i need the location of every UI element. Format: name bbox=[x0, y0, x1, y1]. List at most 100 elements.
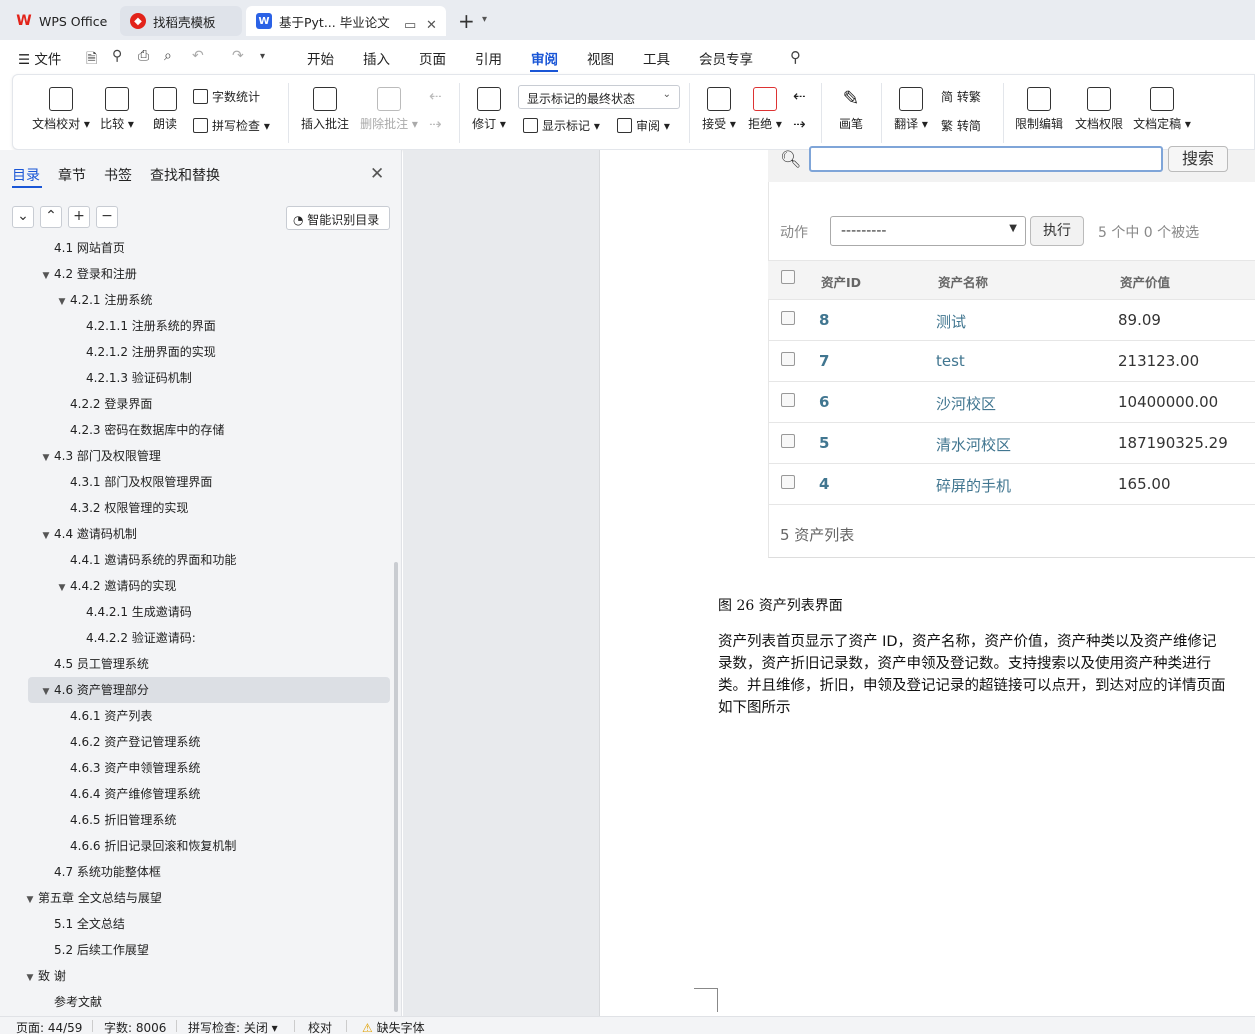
toc-item[interactable]: 4.7 系统功能整体框 bbox=[0, 859, 392, 885]
missing-font-button[interactable]: ⚠ 缺失字体 bbox=[362, 1019, 425, 1034]
scrollbar[interactable] bbox=[394, 562, 398, 1012]
toc-item[interactable]: 4.4.2.1 生成邀请码 bbox=[0, 599, 392, 625]
toc-item[interactable]: ▼ 第五章 全文总结与展望 bbox=[0, 885, 392, 911]
redo-icon[interactable]: ↷ bbox=[232, 48, 244, 64]
show-markup-button[interactable]: 显示标记 ▾ bbox=[523, 117, 600, 134]
toc-item[interactable]: ▼ 4.6 资产管理部分 bbox=[28, 677, 390, 703]
toc-item[interactable]: 4.6.1 资产列表 bbox=[0, 703, 392, 729]
toc-item[interactable]: 4.2.2 登录界面 bbox=[0, 391, 392, 417]
tab-template[interactable]: ◆ 找稻壳模板 bbox=[120, 6, 242, 36]
prev-change-icon[interactable]: ⇠ bbox=[793, 87, 806, 105]
track-changes-button[interactable]: 修订 ▾ bbox=[469, 87, 509, 132]
menu-member[interactable]: 会员专享 bbox=[699, 48, 753, 68]
chevron-down-icon[interactable]: ▾ bbox=[260, 51, 265, 62]
next-change-icon[interactable]: ⇢ bbox=[793, 115, 806, 133]
expand-arrow-icon[interactable]: ▼ bbox=[38, 445, 54, 471]
toc-item[interactable]: ▼ 4.4.2 邀请码的实现 bbox=[0, 573, 392, 599]
to-traditional-button[interactable]: 简 转繁 bbox=[941, 88, 981, 105]
toc-item[interactable]: 4.6.3 资产申领管理系统 bbox=[0, 755, 392, 781]
toc-item[interactable]: 4.3.1 部门及权限管理界面 bbox=[0, 469, 392, 495]
close-tab-icon[interactable]: ✕ bbox=[426, 18, 437, 33]
add-heading-button[interactable]: + bbox=[68, 206, 90, 228]
toc-item[interactable]: ▼ 4.3 部门及权限管理 bbox=[0, 443, 392, 469]
toc-item[interactable]: 4.6.6 折旧记录回滚和恢复机制 bbox=[0, 833, 392, 859]
expand-arrow-icon[interactable]: ▼ bbox=[38, 263, 54, 289]
toc-item[interactable]: 4.2.3 密码在数据库中的存储 bbox=[0, 417, 392, 443]
toc-item[interactable]: 4.2.1.2 注册界面的实现 bbox=[0, 339, 392, 365]
print-preview-icon[interactable]: ⌕ bbox=[164, 48, 172, 64]
save-icon[interactable]: 🗎 bbox=[86, 48, 97, 72]
toc-item[interactable]: 4.1 网站首页 bbox=[0, 238, 392, 261]
toc-item[interactable]: 参考文献 bbox=[0, 989, 392, 1015]
delete-comment-button[interactable]: 删除批注 ▾ bbox=[359, 87, 419, 132]
word-count-button[interactable]: 字数统计 bbox=[193, 88, 260, 105]
expand-arrow-icon[interactable]: ▼ bbox=[38, 523, 54, 549]
insert-comment-button[interactable]: 插入批注 bbox=[299, 87, 351, 132]
page-indicator[interactable]: 页面: 44/59 bbox=[16, 1019, 82, 1034]
expand-arrow-icon[interactable]: ▼ bbox=[54, 289, 70, 315]
link-icon[interactable]: ⚲ bbox=[112, 48, 122, 64]
menu-tools[interactable]: 工具 bbox=[643, 48, 670, 68]
menu-insert[interactable]: 插入 bbox=[363, 48, 390, 68]
smart-toc-button[interactable]: ◔ 智能识别目录 bbox=[286, 206, 390, 230]
spell-check-status[interactable]: 拼写检查: 关闭 ▾ bbox=[188, 1019, 278, 1034]
to-simplified-button[interactable]: 繁 转简 bbox=[941, 117, 981, 134]
menu-view[interactable]: 视图 bbox=[587, 48, 614, 68]
expand-arrow-icon[interactable]: ▼ bbox=[54, 575, 70, 601]
tab-bookmarks[interactable]: 书签 bbox=[104, 165, 132, 185]
toc-item[interactable]: ▼ 致 谢 bbox=[0, 963, 392, 989]
menu-review[interactable]: 审阅 bbox=[531, 48, 558, 68]
pen-button[interactable]: ✎ 画笔 bbox=[833, 87, 869, 132]
menu-reference[interactable]: 引用 bbox=[475, 48, 502, 68]
accept-button[interactable]: 接受 ▾ bbox=[697, 87, 741, 132]
expand-arrow-icon[interactable]: ▼ bbox=[38, 679, 54, 705]
toc-item[interactable]: ▼ 4.2 登录和注册 bbox=[0, 261, 392, 287]
word-count[interactable]: 字数: 8006 bbox=[104, 1019, 166, 1034]
markup-display-select[interactable]: 显示标记的最终状态 ⌄ bbox=[518, 85, 680, 109]
toc-item[interactable]: 4.3.2 权限管理的实现 bbox=[0, 495, 392, 521]
prev-comment-icon[interactable]: ⇠ bbox=[429, 87, 442, 105]
search-icon[interactable]: ⚲ bbox=[790, 48, 801, 66]
expand-arrow-icon[interactable]: ▼ bbox=[22, 887, 38, 913]
tab-chapters[interactable]: 章节 bbox=[58, 165, 86, 185]
restore-icon[interactable]: ▭ bbox=[404, 18, 416, 33]
menu-start[interactable]: 开始 bbox=[307, 48, 334, 68]
expand-up-button[interactable]: ⌃ bbox=[40, 206, 62, 228]
restrict-edit-button[interactable]: 限制编辑 bbox=[1011, 87, 1067, 132]
toc-item[interactable]: 4.6.5 折旧管理系统 bbox=[0, 807, 392, 833]
close-icon[interactable]: ✕ bbox=[370, 164, 384, 184]
read-aloud-button[interactable]: 朗读 bbox=[147, 87, 183, 132]
menu-page[interactable]: 页面 bbox=[419, 48, 446, 68]
toc-item[interactable]: ▼ 4.4 邀请码机制 bbox=[0, 521, 392, 547]
toc-item[interactable]: ▼ 4.2.1 注册系统 bbox=[0, 287, 392, 313]
translate-button[interactable]: 翻译 ▾ bbox=[891, 87, 931, 132]
toc-item[interactable]: 4.4.1 邀请码系统的界面和功能 bbox=[0, 547, 392, 573]
print-icon[interactable]: ⎙ bbox=[138, 48, 149, 64]
compare-button[interactable]: 比较 ▾ bbox=[97, 87, 137, 132]
doc-finalize-button[interactable]: 文档定稿 ▾ bbox=[1129, 87, 1195, 132]
review-pane-button[interactable]: 审阅 ▾ bbox=[617, 117, 670, 134]
toc-item[interactable]: 5.2 后续工作展望 bbox=[0, 937, 392, 963]
toc-item[interactable]: 4.5 员工管理系统 bbox=[0, 651, 392, 677]
chevron-down-icon[interactable]: ▾ bbox=[482, 14, 487, 25]
tab-wps-office[interactable]: W WPS Office bbox=[6, 6, 116, 36]
file-menu[interactable]: ☰ 文件 bbox=[18, 48, 61, 68]
toc-item[interactable]: 4.2.1.1 注册系统的界面 bbox=[0, 313, 392, 339]
toc-item[interactable]: 4.4.2.2 验证邀请码: bbox=[0, 625, 392, 651]
toc-item[interactable]: 4.6.4 资产维修管理系统 bbox=[0, 781, 392, 807]
proofread-button[interactable]: 校对 bbox=[308, 1019, 332, 1034]
collapse-all-button[interactable]: ⌄ bbox=[12, 206, 34, 228]
toc-item[interactable]: 4.2.1.3 验证码机制 bbox=[0, 365, 392, 391]
expand-arrow-icon[interactable]: ▼ bbox=[22, 965, 38, 991]
toc-item[interactable]: 4.6.2 资产登记管理系统 bbox=[0, 729, 392, 755]
undo-icon[interactable]: ↶ bbox=[192, 48, 204, 64]
remove-heading-button[interactable]: − bbox=[96, 206, 118, 228]
tab-document[interactable]: W 基于Pyt... 毕业论文 ▭ ✕ bbox=[246, 6, 446, 36]
next-comment-icon[interactable]: ⇢ bbox=[429, 115, 442, 133]
reject-button[interactable]: 拒绝 ▾ bbox=[743, 87, 787, 132]
toc-item[interactable]: 5.1 全文总结 bbox=[0, 911, 392, 937]
tab-toc[interactable]: 目录 bbox=[12, 165, 40, 185]
new-tab-icon[interactable]: + bbox=[458, 9, 475, 33]
doc-permission-button[interactable]: 文档权限 bbox=[1071, 87, 1127, 132]
spell-check-button[interactable]: 拼写检查 ▾ bbox=[193, 117, 270, 134]
